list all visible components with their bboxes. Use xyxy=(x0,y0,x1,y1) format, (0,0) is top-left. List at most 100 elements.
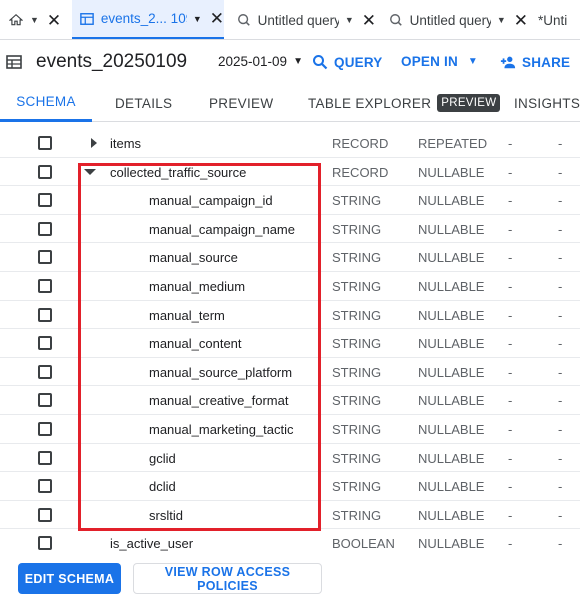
chevron-down-icon: ▼ xyxy=(293,56,303,67)
page-title: events_20250109 xyxy=(36,51,188,72)
schema-row: manual_term STRING NULLABLE - - xyxy=(0,301,580,330)
schema-row: collected_traffic_source RECORD NULLABLE - - xyxy=(0,158,580,187)
tab-table-explorer-label: TABLE EXPLORER xyxy=(308,95,432,111)
row-checkbox[interactable] xyxy=(38,450,52,465)
table-subtabs: SCHEMA DETAILS PREVIEW TABLE EXPLORER PR… xyxy=(0,84,580,122)
close-icon[interactable]: ✕ xyxy=(47,12,61,29)
tab-untitled-query-2[interactable]: Untitled query ▼ ✕ xyxy=(380,0,528,39)
row-checkbox[interactable] xyxy=(38,422,52,436)
close-icon[interactable]: ✕ xyxy=(514,12,528,29)
query-button[interactable]: QUERY xyxy=(312,54,383,70)
share-button[interactable]: SHARE xyxy=(500,54,570,70)
row-checkbox[interactable] xyxy=(38,479,52,494)
row-checkbox[interactable] xyxy=(38,336,52,351)
schema-row: gclid STRING NULLABLE - - xyxy=(0,444,580,473)
schema-row: manual_content STRING NULLABLE - - xyxy=(0,329,580,358)
chevron-down-icon[interactable]: ▼ xyxy=(497,15,506,25)
date-value: 2025-01-09 xyxy=(218,54,288,69)
field-extra: - xyxy=(558,164,563,180)
expand-arrow-icon[interactable] xyxy=(88,137,100,149)
field-name: manual_campaign_name xyxy=(149,221,295,237)
home-tab[interactable]: ▼ ✕ xyxy=(0,0,70,39)
field-type: STRING xyxy=(332,364,382,380)
row-checkbox[interactable] xyxy=(38,536,52,551)
open-in-label: OPEN IN xyxy=(401,54,458,69)
chevron-down-icon[interactable]: ▼ xyxy=(193,14,202,24)
tab-schema[interactable]: SCHEMA xyxy=(0,84,92,122)
row-checkbox[interactable] xyxy=(38,164,52,179)
field-type: BOOLEAN xyxy=(332,536,395,552)
tab-insights[interactable]: INSIGHTS xyxy=(514,84,580,122)
field-type: RECORD xyxy=(332,164,389,180)
field-description: - xyxy=(508,536,513,552)
collapse-arrow-icon[interactable] xyxy=(84,166,96,178)
row-checkbox[interactable] xyxy=(38,193,52,208)
date-selector[interactable]: 2025-01-09 ▼ xyxy=(218,54,303,69)
field-description: - xyxy=(508,479,513,495)
tab-untitled-query-1[interactable]: Untitled query ▼ ✕ xyxy=(228,0,376,39)
field-mode: NULLABLE xyxy=(418,336,485,352)
field-name: gclid xyxy=(149,450,176,466)
field-type: STRING xyxy=(332,479,382,495)
schema-row: is_active_user BOOLEAN NULLABLE - - xyxy=(0,529,580,558)
schema-row: manual_source STRING NULLABLE - - xyxy=(0,243,580,272)
field-mode: NULLABLE xyxy=(418,393,485,409)
field-description: - xyxy=(508,279,513,294)
tab-untitled-query-3[interactable]: *Unti xyxy=(532,0,580,39)
row-checkbox[interactable] xyxy=(38,307,52,322)
close-icon[interactable]: ✕ xyxy=(210,10,224,27)
preview-badge: PREVIEW xyxy=(437,94,501,112)
field-type: STRING xyxy=(332,221,382,237)
field-mode: NULLABLE xyxy=(418,450,485,466)
field-name: collected_traffic_source xyxy=(110,164,247,180)
edit-schema-button[interactable]: EDIT SCHEMA xyxy=(18,563,121,594)
field-type: STRING xyxy=(332,193,382,209)
field-mode: NULLABLE xyxy=(418,479,485,495)
field-description: - xyxy=(508,221,513,237)
field-extra: - xyxy=(558,364,563,380)
person-add-icon xyxy=(500,54,516,70)
table-icon xyxy=(80,11,95,27)
field-mode: NULLABLE xyxy=(418,507,485,523)
tab-details[interactable]: DETAILS xyxy=(115,84,172,122)
field-description: - xyxy=(508,422,513,437)
row-checkbox[interactable] xyxy=(38,364,52,379)
field-extra: - xyxy=(558,250,563,266)
field-mode: REPEATED xyxy=(418,136,488,151)
chevron-down-icon[interactable]: ▼ xyxy=(30,15,39,25)
share-label: SHARE xyxy=(522,54,571,70)
field-name: srsltid xyxy=(149,507,183,523)
field-description: - xyxy=(508,393,513,409)
field-description: - xyxy=(508,364,513,380)
field-description: - xyxy=(508,507,513,523)
field-extra: - xyxy=(558,422,563,437)
field-extra: - xyxy=(558,393,563,409)
field-mode: NULLABLE xyxy=(418,193,485,209)
schema-row: manual_marketing_tactic STRING NULLABLE - - xyxy=(0,415,580,444)
field-name: manual_term xyxy=(149,307,225,323)
row-checkbox[interactable] xyxy=(38,221,52,236)
field-extra: - xyxy=(558,507,563,523)
row-checkbox[interactable] xyxy=(38,250,52,265)
tab-preview[interactable]: PREVIEW xyxy=(209,84,273,122)
close-icon[interactable]: ✕ xyxy=(362,12,376,29)
tab-events-table[interactable]: events_2... 109 ▼ ✕ xyxy=(72,0,224,39)
row-checkbox[interactable] xyxy=(38,279,52,293)
chevron-down-icon[interactable]: ▼ xyxy=(345,15,354,25)
field-name: manual_marketing_tactic xyxy=(149,422,294,437)
field-description: - xyxy=(508,336,513,352)
field-name: manual_creative_format xyxy=(149,393,289,409)
field-description: - xyxy=(508,164,513,180)
open-in-button[interactable]: OPEN IN ▼ xyxy=(401,54,478,69)
view-row-access-policies-button[interactable]: VIEW ROW ACCESS POLICIES xyxy=(133,563,322,594)
search-icon xyxy=(312,54,328,70)
query-label: QUERY xyxy=(334,54,383,70)
tab-table-explorer[interactable]: TABLE EXPLORER PREVIEW xyxy=(308,84,501,122)
row-checkbox[interactable] xyxy=(38,507,52,522)
field-extra: - xyxy=(558,136,563,151)
field-name: is_active_user xyxy=(110,536,194,552)
field-extra: - xyxy=(558,221,563,237)
row-checkbox[interactable] xyxy=(38,136,52,150)
row-checkbox[interactable] xyxy=(38,393,52,408)
schema-table: items RECORD REPEATED - - collected_traffic_s… xyxy=(0,130,580,560)
